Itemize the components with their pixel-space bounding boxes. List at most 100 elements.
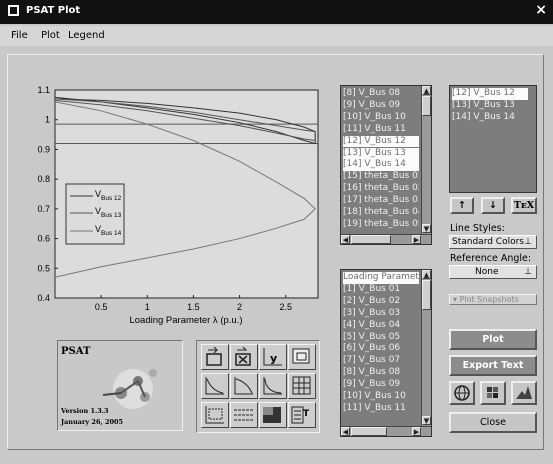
checkbox-icon: ▾	[453, 295, 458, 304]
matlab-button[interactable]	[511, 381, 537, 405]
plot-snapshots-label: Plot Snapshots	[459, 295, 519, 304]
variable-list-item[interactable]: [15] theta_Bus 01	[343, 171, 419, 183]
variable-list-item[interactable]: [9] V_Bus 09	[343, 100, 419, 112]
hscroll-thumb[interactable]	[351, 235, 391, 244]
x-list-item[interactable]: [11] V_Bus 11	[343, 403, 419, 415]
fill-button[interactable]	[259, 402, 287, 428]
psat-version: Version 1.3.3	[61, 407, 109, 415]
scroll-left-icon[interactable]: ◀	[341, 427, 350, 436]
selected-variables-list[interactable]: [12] V_Bus 12 [13] V_Bus 13 [14] V_Bus 14	[449, 85, 537, 193]
zoom-button[interactable]	[288, 344, 316, 370]
network-view-button[interactable]	[449, 381, 475, 405]
x-list-vscroll[interactable]: ▲ ▼	[421, 270, 431, 426]
variable-list-item[interactable]: [17] theta_Bus 03	[343, 195, 419, 207]
log-y-button[interactable]	[259, 373, 287, 399]
svg-text:y: y	[270, 352, 277, 365]
variable-list-item[interactable]: [8] V_Bus 08	[343, 88, 419, 100]
variable-list-hscroll[interactable]: ◀ ▶	[341, 234, 431, 244]
variable-list-item[interactable]: [11] V_Bus 11	[343, 124, 419, 136]
up-arrow-icon: ↑	[458, 200, 466, 211]
variable-list-item[interactable]: [18] theta_Bus 04	[343, 207, 419, 219]
scroll-down-icon[interactable]: ▼	[422, 416, 431, 425]
dropdown-icon: ⊥	[524, 237, 532, 247]
scroll-right-icon[interactable]: ▶	[412, 235, 421, 244]
psat-date: January 26, 2005	[61, 418, 124, 426]
x-list-item[interactable]: [10] V_Bus 10	[343, 391, 419, 403]
close-icon[interactable]: ×	[535, 2, 547, 18]
variable-list-item[interactable]: [14] V_Bus 14	[343, 159, 419, 171]
variable-list-item[interactable]: [13] V_Bus 13	[343, 147, 419, 160]
x-list-item[interactable]: [3] V_Bus 03	[343, 308, 419, 320]
tex-button[interactable]: TᴇX	[511, 197, 537, 214]
y-axis-button[interactable]: y	[259, 344, 287, 370]
x-tick-label: 1.5	[187, 302, 200, 312]
scroll-thumb[interactable]	[422, 96, 431, 116]
close-button[interactable]: Close	[449, 412, 537, 433]
plot-canvas: 0.40.50.60.70.80.911.1 0.5 1 1.5 2 2.5 V Bus…	[37, 85, 319, 326]
menu-bar: File Plot Legend	[0, 26, 553, 46]
x-list-item[interactable]: [9] V_Bus 09	[343, 379, 419, 391]
variable-list-vscroll[interactable]: ▲ ▼	[421, 86, 431, 234]
x-variable-list[interactable]: Loading Parameter[1] V_Bus 01[2] V_Bus 0…	[340, 269, 432, 437]
close-figure-button[interactable]	[230, 344, 258, 370]
move-up-button[interactable]: ↑	[450, 197, 474, 214]
x-list-item[interactable]: [2] V_Bus 02	[343, 296, 419, 308]
fill-box-icon	[263, 407, 281, 423]
reference-angle-select[interactable]: None ⊥	[449, 265, 537, 279]
legend-button[interactable]	[230, 402, 258, 428]
variable-list-item[interactable]: [19] theta_Bus 05	[343, 219, 419, 231]
x-list-item[interactable]: [5] V_Bus 05	[343, 332, 419, 344]
line-styles-label: Line Styles:	[450, 223, 505, 234]
variable-list-item[interactable]: [10] V_Bus 10	[343, 112, 419, 124]
new-figure-button[interactable]	[201, 344, 229, 370]
move-down-button[interactable]: ↓	[481, 197, 505, 214]
variable-list-item[interactable]: [12] V_Bus 12	[343, 135, 419, 148]
window-menu-icon[interactable]	[8, 5, 19, 16]
windows-button[interactable]	[480, 381, 506, 405]
line-styles-value: Standard Colors	[452, 237, 524, 247]
y-tick-label: 0.4	[37, 293, 50, 303]
x-list-item[interactable]: Loading Parameter	[343, 272, 419, 284]
export-text-button[interactable]: Export Text	[449, 355, 537, 376]
variable-list[interactable]: [8] V_Bus 08 [9] V_Bus 09 [10] V_Bus 10 [11…	[340, 85, 432, 245]
scroll-left-icon[interactable]: ◀	[341, 235, 350, 244]
log-x-button[interactable]	[230, 373, 258, 399]
y-axis-icon: y	[263, 348, 282, 366]
x-list-hscroll[interactable]: ◀ ▶	[341, 426, 431, 436]
text-button[interactable]: T	[288, 402, 316, 428]
close-figure-icon	[235, 346, 251, 366]
selected-list-item[interactable]: [12] V_Bus 12	[452, 88, 528, 100]
x-list-item[interactable]: [6] V_Bus 06	[343, 343, 419, 355]
linear-scale-button[interactable]	[201, 373, 229, 399]
plot-snapshots-checkbox[interactable]: ▾ Plot Snapshots	[449, 294, 537, 305]
scroll-thumb[interactable]	[422, 280, 431, 310]
x-tick-label: 0.5	[95, 302, 108, 312]
legend-label-0-sub: Bus 12	[101, 195, 122, 202]
x-list-item[interactable]: [7] V_Bus 07	[343, 355, 419, 367]
zoom-figure-icon	[292, 348, 310, 364]
axes-limits-button[interactable]	[201, 402, 229, 428]
plot-button[interactable]: Plot	[449, 329, 537, 350]
x-list-item[interactable]: [4] V_Bus 04	[343, 320, 419, 332]
curve-log-icon	[234, 377, 253, 395]
y-tick-label: 0.5	[37, 263, 50, 273]
scroll-down-icon[interactable]: ▼	[422, 224, 431, 233]
selected-list-item[interactable]: [13] V_Bus 13	[452, 100, 528, 112]
selected-list-item[interactable]: [14] V_Bus 14	[452, 112, 528, 124]
menu-legend[interactable]: Legend	[68, 30, 105, 41]
scroll-up-icon[interactable]: ▲	[422, 86, 431, 95]
variable-list-item[interactable]: [16] theta_Bus 02	[343, 183, 419, 195]
x-list-item[interactable]: [8] V_Bus 08	[343, 367, 419, 379]
line-styles-select[interactable]: Standard Colors ⊥	[449, 235, 537, 249]
y-tick-label: 1.1	[37, 85, 50, 95]
scroll-up-icon[interactable]: ▲	[422, 270, 431, 279]
y-tick-label: 0.8	[37, 174, 50, 184]
grid-button[interactable]	[288, 373, 316, 399]
x-tick-label: 2.5	[279, 302, 292, 312]
x-axis-label: Loading Parameter λ (p.u.)	[129, 315, 242, 326]
x-list-item[interactable]: [1] V_Bus 01	[343, 284, 419, 296]
menu-file[interactable]: File	[11, 30, 28, 41]
menu-plot[interactable]: Plot	[41, 30, 60, 41]
hscroll-thumb[interactable]	[351, 427, 387, 436]
scroll-right-icon[interactable]: ▶	[412, 427, 421, 436]
